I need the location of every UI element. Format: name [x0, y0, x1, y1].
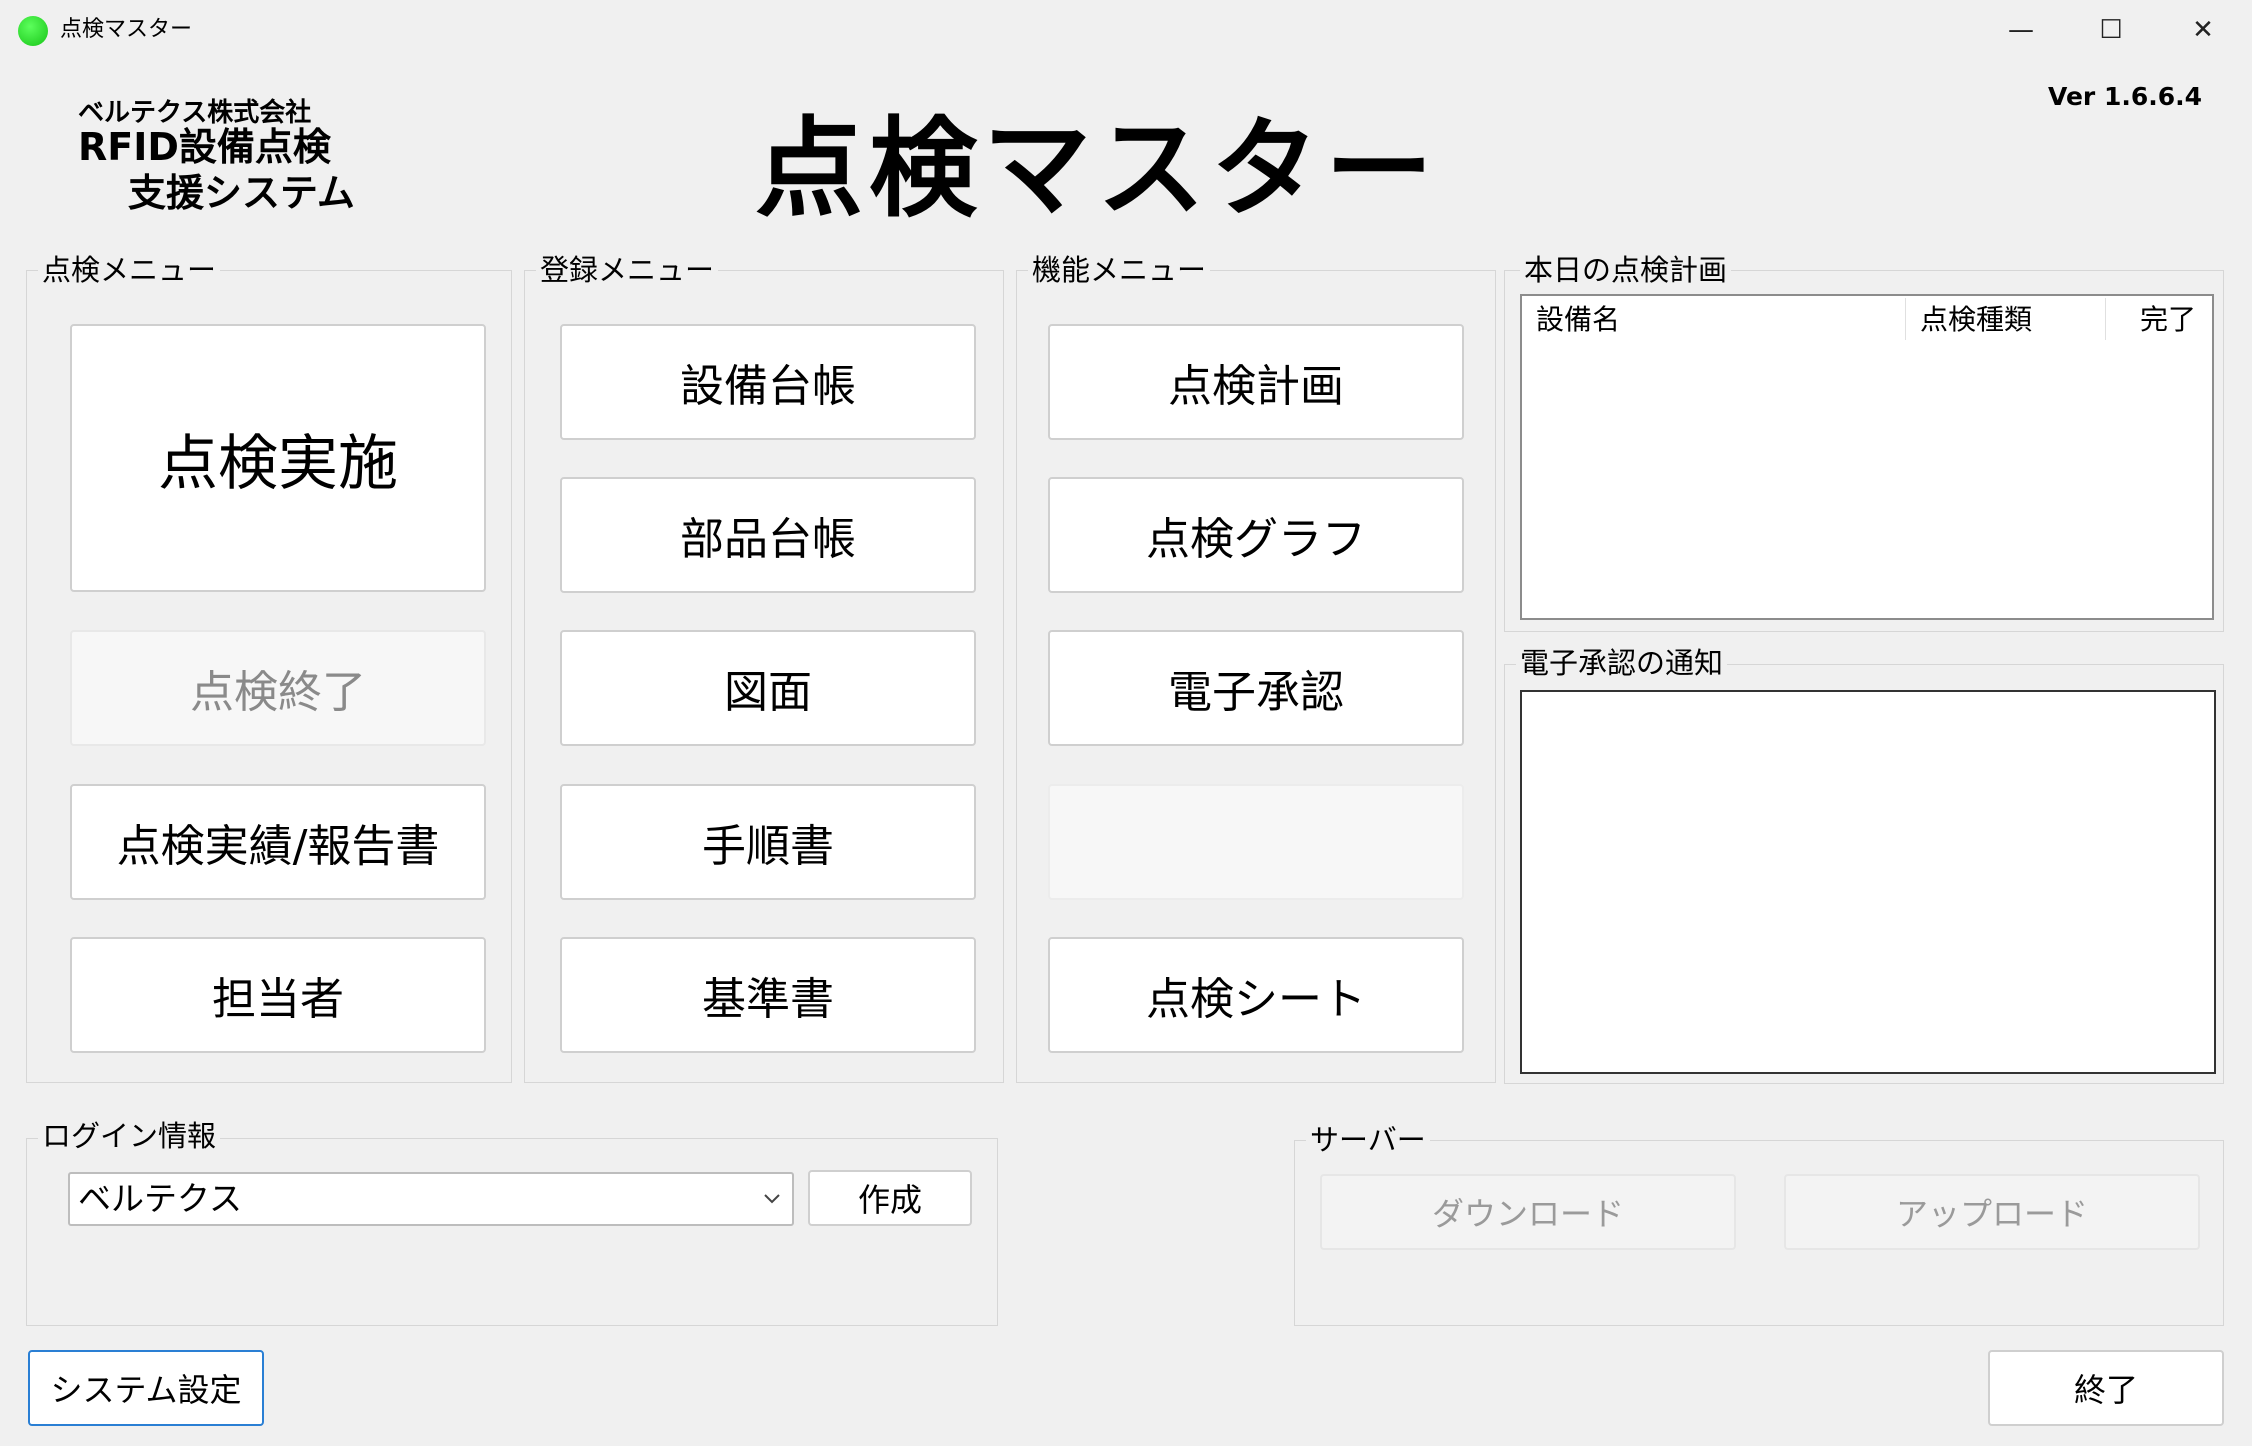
upload-button[interactable]: アップロード	[1784, 1174, 2200, 1250]
equipment-ledger-button[interactable]: 設備台帳	[560, 324, 976, 440]
parts-ledger-button[interactable]: 部品台帳	[560, 477, 976, 593]
server-label: サーバー	[1306, 1122, 1430, 1158]
approval-notice-label: 電子承認の通知	[1516, 645, 1728, 681]
product-line-2: 支援システム	[128, 171, 355, 215]
download-button[interactable]: ダウンロード	[1320, 1174, 1736, 1250]
inspection-sheet-button[interactable]: 点検シート	[1048, 937, 1464, 1053]
exit-button[interactable]: 終了	[1988, 1350, 2224, 1426]
window-title: 点検マスター	[60, 17, 193, 42]
close-button[interactable]: ✕	[2158, 4, 2248, 56]
app-status-icon	[18, 16, 48, 46]
column-header-done[interactable]: 完了	[2126, 296, 2196, 344]
standards-button[interactable]: 基準書	[560, 937, 976, 1053]
inspection-graph-button[interactable]: 点検グラフ	[1048, 477, 1464, 593]
title-bar	[0, 0, 2252, 60]
drawings-button[interactable]: 図面	[560, 630, 976, 746]
column-header-equipment[interactable]: 設備名	[1522, 296, 1620, 344]
maximize-button[interactable]: ☐	[2066, 4, 2156, 56]
staff-button[interactable]: 担当者	[70, 937, 486, 1053]
user-select-value: ベルテクス	[78, 1179, 243, 1218]
start-inspection-button[interactable]: 点検実施	[70, 324, 486, 592]
inspection-plan-button[interactable]: 点検計画	[1048, 324, 1464, 440]
today-plan-list[interactable]: 設備名 点検種類 完了	[1520, 294, 2214, 620]
end-inspection-button[interactable]: 点検終了	[70, 630, 486, 746]
registration-menu-label: 登録メニュー	[536, 252, 719, 288]
chevron-down-icon	[764, 1194, 780, 1204]
app-title: 点検マスター	[755, 107, 1440, 232]
system-settings-button[interactable]: システム設定	[28, 1350, 264, 1426]
procedures-button[interactable]: 手順書	[560, 784, 976, 900]
today-plan-label: 本日の点検計画	[1520, 252, 1732, 288]
minimize-button[interactable]: —	[1976, 4, 2066, 56]
electronic-approval-button[interactable]: 電子承認	[1048, 630, 1464, 746]
blank-button[interactable]	[1048, 784, 1464, 900]
approval-notice-list[interactable]	[1520, 690, 2216, 1074]
product-line-1: RFID設備点検	[78, 125, 331, 169]
user-select[interactable]: ベルテクス	[68, 1172, 794, 1226]
column-header-type[interactable]: 点検種類	[1906, 296, 2032, 344]
inspection-menu-label: 点検メニュー	[38, 252, 221, 288]
create-button[interactable]: 作成	[808, 1170, 972, 1226]
column-separator	[2105, 298, 2106, 340]
login-info-label: ログイン情報	[38, 1118, 221, 1154]
function-menu-label: 機能メニュー	[1028, 252, 1211, 288]
login-info-group	[26, 1138, 998, 1326]
inspection-results-button[interactable]: 点検実績/報告書	[70, 784, 486, 900]
version-label: Ver 1.6.6.4	[2048, 82, 2203, 111]
